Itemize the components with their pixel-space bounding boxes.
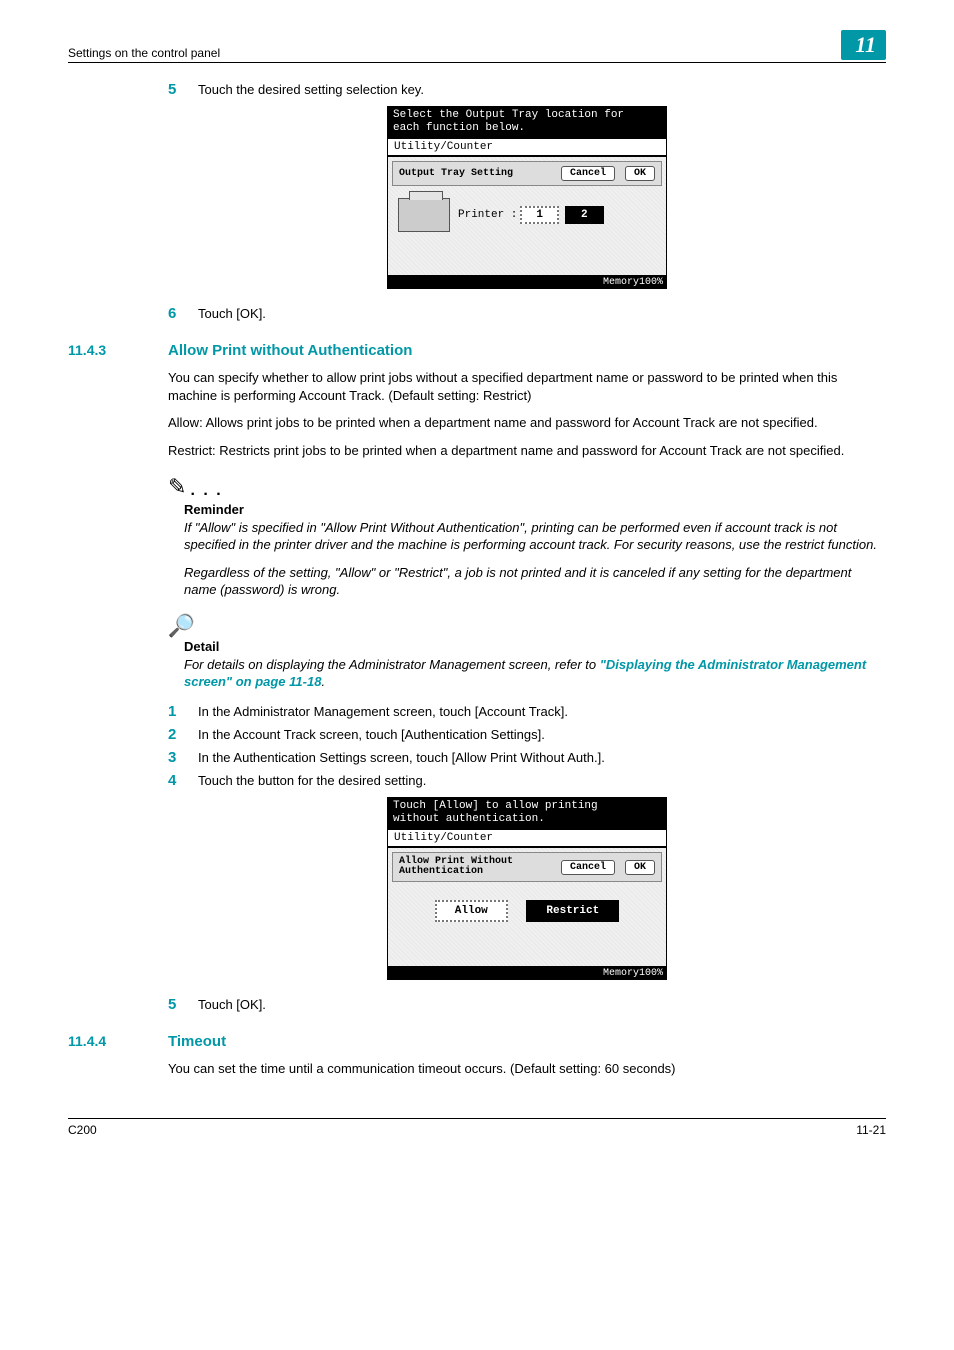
page-header: Settings on the control panel 11: [68, 30, 886, 63]
step-number: 6: [168, 305, 198, 322]
lcd-title-bar: Allow Print Without Authentication Cance…: [392, 852, 662, 882]
lcd-memory-status: Memory100%: [387, 276, 667, 289]
lcd-breadcrumb: Utility/Counter: [387, 138, 667, 156]
chapter-number-badge: 11: [841, 30, 886, 60]
lcd-screenshot-output-tray: Select the Output Tray location for each…: [387, 106, 667, 289]
cancel-button[interactable]: Cancel: [561, 860, 615, 875]
step-row: 2 In the Account Track screen, touch [Au…: [168, 726, 886, 743]
lcd-screenshot-allow-print: Touch [Allow] to allow printing without …: [387, 797, 667, 980]
footer-page-number: 11-21: [856, 1123, 886, 1137]
reminder-text: If "Allow" is specified in "Allow Print …: [184, 519, 886, 554]
header-section-name: Settings on the control panel: [68, 46, 220, 60]
lcd-breadcrumb: Utility/Counter: [387, 829, 667, 847]
ok-button[interactable]: OK: [625, 860, 655, 875]
ok-button[interactable]: OK: [625, 166, 655, 181]
step-number: 3: [168, 749, 198, 766]
printer-icon: [398, 198, 450, 232]
lcd-screen-title: Output Tray Setting: [399, 168, 513, 179]
note-pencil-icon: ✎: [168, 474, 186, 500]
reminder-text: Regardless of the setting, "Allow" or "R…: [184, 564, 886, 599]
lcd-prompt: Select the Output Tray location for each…: [387, 106, 667, 138]
step-number: 2: [168, 726, 198, 743]
footer-model: C200: [68, 1123, 97, 1137]
paragraph: You can set the time until a communicati…: [168, 1060, 886, 1078]
option-row: Allow Restrict: [392, 900, 662, 922]
step-text: Touch the button for the desired setting…: [198, 772, 886, 789]
detail-suffix: .: [321, 674, 325, 689]
step-text: Touch the desired setting selection key.: [198, 81, 886, 98]
step-row: 3 In the Authentication Settings screen,…: [168, 749, 886, 766]
step-text: In the Authentication Settings screen, t…: [198, 749, 886, 766]
step-row: 1 In the Administrator Management screen…: [168, 703, 886, 720]
paragraph: Allow: Allows print jobs to be printed w…: [168, 414, 886, 432]
section-heading: 11.4.3 Allow Print without Authenticatio…: [68, 342, 886, 359]
restrict-button[interactable]: Restrict: [526, 900, 619, 922]
tray-2-button[interactable]: 2: [565, 206, 604, 224]
lcd-prompt-line1: Select the Output Tray location for: [393, 109, 624, 121]
reminder-note: ✎ . . . Reminder If "Allow" is specified…: [168, 474, 886, 599]
tray-1-button[interactable]: 1: [520, 206, 559, 224]
step-number: 5: [168, 996, 198, 1013]
magnifier-icon: 🔍: [168, 613, 886, 639]
cancel-button[interactable]: Cancel: [561, 166, 615, 181]
printer-label: Printer :: [458, 209, 517, 221]
reminder-icon-row: ✎ . . .: [168, 474, 886, 500]
lcd-prompt-line2: each function below.: [393, 122, 525, 134]
section-title: Timeout: [168, 1033, 226, 1050]
step-row: 5 Touch the desired setting selection ke…: [168, 81, 886, 98]
paragraph: Restrict: Restricts print jobs to be pri…: [168, 442, 886, 460]
step-text: Touch [OK].: [198, 305, 886, 322]
step-text: Touch [OK].: [198, 996, 886, 1013]
paragraph: You can specify whether to allow print j…: [168, 369, 886, 404]
lcd-prompt: Touch [Allow] to allow printing without …: [387, 797, 667, 829]
lcd-prompt-line1: Touch [Allow] to allow printing: [393, 800, 598, 812]
detail-note: 🔍 Detail For details on displaying the A…: [168, 613, 886, 691]
section-number: 11.4.4: [68, 1033, 168, 1049]
detail-text: For details on displaying the Administra…: [184, 656, 886, 691]
section-title: Allow Print without Authentication: [168, 342, 412, 359]
step-number: 5: [168, 81, 198, 98]
lcd-memory-status: Memory100%: [387, 967, 667, 980]
step-number: 4: [168, 772, 198, 789]
lcd-title-bar: Output Tray Setting Cancel OK: [392, 161, 662, 186]
section-number: 11.4.3: [68, 342, 168, 358]
detail-label: Detail: [184, 639, 886, 654]
step-text: In the Account Track screen, touch [Auth…: [198, 726, 886, 743]
section-heading: 11.4.4 Timeout: [68, 1033, 886, 1050]
note-dots-icon: . . .: [190, 482, 222, 500]
lcd-body: Output Tray Setting Cancel OK Printer : …: [387, 156, 667, 276]
page-footer: C200 11-21: [68, 1118, 886, 1137]
step-row: 4 Touch the button for the desired setti…: [168, 772, 886, 789]
step-text: In the Administrator Management screen, …: [198, 703, 886, 720]
step-row: 6 Touch [OK].: [168, 305, 886, 322]
lcd-prompt-line2: without authentication.: [393, 813, 545, 825]
lcd-title-line2: Authentication: [399, 866, 483, 877]
detail-prefix: For details on displaying the Administra…: [184, 657, 600, 672]
lcd-screen-title: Allow Print Without Authentication: [399, 857, 513, 877]
allow-button[interactable]: Allow: [435, 900, 508, 922]
step-number: 1: [168, 703, 198, 720]
step-row: 5 Touch [OK].: [168, 996, 886, 1013]
reminder-label: Reminder: [184, 502, 886, 517]
printer-tray-row: Printer : 1 2: [398, 198, 662, 232]
lcd-body: Allow Print Without Authentication Cance…: [387, 847, 667, 967]
